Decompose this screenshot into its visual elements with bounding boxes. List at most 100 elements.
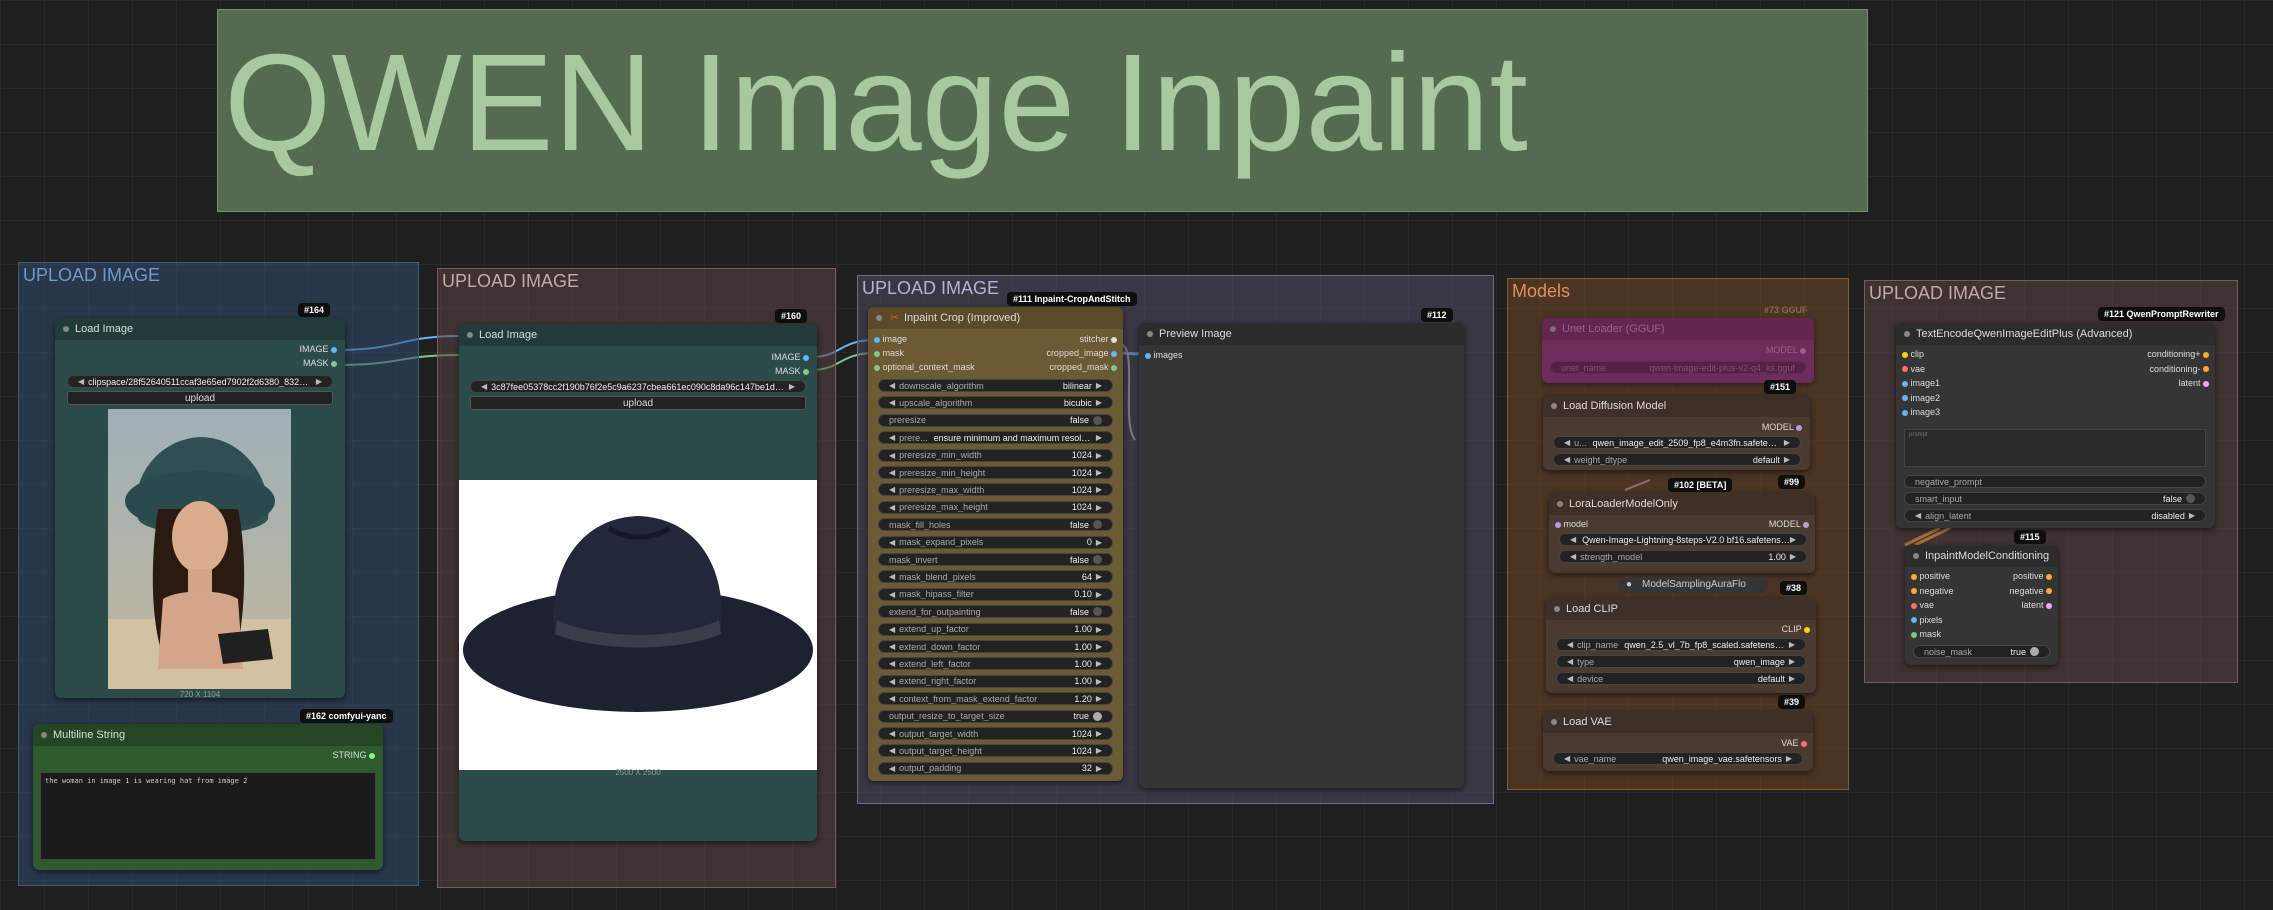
output-model[interactable]: MODEL	[1769, 519, 1809, 529]
output-model[interactable]: MODEL	[1766, 345, 1806, 355]
arrow-right-icon: ▶	[1789, 552, 1796, 561]
output-cropped-image[interactable]: cropped_image	[1046, 348, 1117, 358]
input-image[interactable]: image	[874, 334, 907, 344]
preview-image-node[interactable]: Preview Image images	[1139, 323, 1464, 788]
output-conditioning-[interactable]: conditioning+	[2147, 349, 2209, 359]
output-clip[interactable]: CLIP	[1782, 624, 1810, 634]
output-image[interactable]: IMAGE	[771, 352, 809, 362]
arrow-right-icon: ▶	[1788, 674, 1795, 683]
crop-widget-mask-expand-pixels[interactable]: ◀ mask_expand_pixels 0 ▶	[878, 535, 1113, 549]
crop-widget-preresize-max-width[interactable]: ◀ preresize_max_width 1024 ▶	[878, 483, 1113, 497]
input-mask[interactable]: mask	[874, 348, 904, 358]
output-image[interactable]: IMAGE	[299, 344, 337, 354]
crop-widget-mask-fill-holes[interactable]: mask_fill_holes false	[878, 518, 1113, 532]
input-model[interactable]: model	[1555, 519, 1588, 529]
input-vae[interactable]: vae	[1911, 600, 1934, 610]
input-mask[interactable]: mask	[1911, 629, 1941, 639]
negative-prompt-input[interactable]: negative_prompt	[1904, 475, 2206, 488]
clip-type-combo[interactable]: ◀ type qwen_image ▶	[1556, 655, 1806, 668]
input-dot	[1902, 395, 1908, 402]
unet-loader-node[interactable]: Unet Loader (GGUF) MODEL unet_name qwen-…	[1542, 318, 1814, 383]
clip-device-combo[interactable]: ◀ device default ▶	[1556, 672, 1806, 685]
crop-widget-output-target-height[interactable]: ◀ output_target_height 1024 ▶	[878, 744, 1113, 758]
output-vae[interactable]: VAE	[1781, 738, 1807, 748]
output-stitcher[interactable]: stitcher	[1079, 334, 1117, 344]
vae-name-combo[interactable]: ◀ vae_name qwen_image_vae.safetensors ▶	[1553, 752, 1803, 765]
crop-widget-mask-hipass-filter[interactable]: ◀ mask_hipass_filter 0.10 ▶	[878, 587, 1113, 601]
output-positive[interactable]: positive	[2013, 571, 2052, 581]
prompt-textarea[interactable]: prompt	[1904, 429, 2206, 467]
output-dot	[331, 346, 337, 353]
weight-dtype-combo[interactable]: ◀ weight_dtype default ▶	[1553, 453, 1801, 466]
unet-name-combo[interactable]: ◀ u... qwen_image_edit_2509_fp8_e4m3fn.s…	[1553, 436, 1801, 449]
output-cropped-mask[interactable]: cropped_mask	[1049, 362, 1117, 372]
inpaint-crop-node[interactable]: ✂ Inpaint Crop (Improved) image mask opt…	[868, 307, 1123, 781]
input-images[interactable]: images	[1145, 350, 1183, 360]
output-latent[interactable]: latent	[2021, 600, 2052, 610]
upload-button[interactable]: upload	[67, 391, 333, 405]
image-file-combo[interactable]: ◀ clipspace/28f52640511ccaf3e65ed7902f2d…	[67, 375, 333, 388]
arrow-left-icon: ◀	[889, 624, 896, 634]
crop-widget-preresize-min-height[interactable]: ◀ preresize_min_height 1024 ▶	[878, 466, 1113, 479]
unet-name-combo[interactable]: unet_name qwen-image-edit-plus-v2-q4_ks.…	[1550, 361, 1806, 374]
model-sampling-aura-node[interactable]: ● ModelSamplingAuraFlo	[1618, 577, 1768, 593]
clip-name-combo[interactable]: ◀ clip_name qwen_2.5_vl_7b_fp8_scaled.sa…	[1556, 638, 1806, 651]
crop-widget-extend-right-factor[interactable]: ◀ extend_right_factor 1.00 ▶	[878, 674, 1113, 688]
input-pixels[interactable]: pixels	[1911, 615, 1943, 625]
output-conditioning-[interactable]: conditioning-	[2149, 364, 2209, 374]
upload-button[interactable]: upload	[470, 396, 806, 410]
crop-widget-output-target-width[interactable]: ◀ output_target_width 1024 ▶	[878, 727, 1113, 740]
group-title: UPLOAD IMAGE	[1869, 283, 2007, 303]
input-dot	[1911, 573, 1917, 580]
lora-loader-node[interactable]: LoraLoaderModelOnly model MODEL ◀ Qwen-I…	[1549, 493, 1815, 573]
input-image2[interactable]: image2	[1902, 393, 1940, 403]
crop-widget-extend-for-outpainting[interactable]: extend_for_outpainting false	[878, 605, 1113, 619]
input-image3[interactable]: image3	[1902, 407, 1940, 417]
output-negative[interactable]: negative	[2009, 586, 2052, 596]
multiline-string-node[interactable]: Multiline String STRING the woman in ima…	[33, 724, 383, 870]
multiline-textarea[interactable]: the woman in image 1 is wearing hat from…	[40, 772, 376, 860]
crop-widget-preresize-min-width[interactable]: ◀ preresize_min_width 1024 ▶	[878, 448, 1113, 462]
crop-widget-context-from-mask-extend-factor[interactable]: ◀ context_from_mask_extend_factor 1.20 ▶	[878, 692, 1113, 706]
text-encode-node[interactable]: TextEncodeQwenImageEditPlus (Advanced) c…	[1896, 323, 2215, 528]
input-vae[interactable]: vae	[1902, 364, 1925, 374]
strength-model-number[interactable]: ◀ strength_model 1.00 ▶	[1559, 550, 1807, 563]
noise-mask-toggle[interactable]: noise_mask true	[1913, 645, 2050, 658]
output-mask[interactable]: MASK	[775, 366, 809, 376]
crop-widget-preresize-max-height[interactable]: ◀ preresize_max_height 1024 ▶	[878, 500, 1113, 514]
image-dims: 2500 X 2500	[615, 768, 661, 777]
crop-widget-output-padding[interactable]: ◀ output_padding 32 ▶	[878, 761, 1113, 775]
crop-widget-extend-left-factor[interactable]: ◀ extend_left_factor 1.00 ▶	[878, 657, 1113, 671]
output-latent[interactable]: latent	[2178, 378, 2209, 388]
crop-widget-extend-up-factor[interactable]: ◀ extend_up_factor 1.00 ▶	[878, 622, 1113, 636]
crop-widget-prere-[interactable]: ◀ prere... ensure minimum and maximum reso…	[878, 431, 1113, 445]
crop-widget-mask-invert[interactable]: mask_invert false	[878, 553, 1113, 566]
crop-widget-extend-down-factor[interactable]: ◀ extend_down_factor 1.00 ▶	[878, 640, 1113, 653]
output-string[interactable]: STRING	[332, 750, 375, 760]
load-image-node-2[interactable]: Load Image IMAGE MASK ◀ 3c87fee05378cc2f…	[459, 324, 817, 841]
load-diffusion-model-node[interactable]: Load Diffusion Model MODEL ◀ u... qwen_i…	[1543, 395, 1810, 470]
smart-input-toggle[interactable]: smart_input false	[1904, 492, 2206, 505]
crop-widget-preresize[interactable]: preresize false	[878, 413, 1113, 427]
output-model[interactable]: MODEL	[1762, 422, 1802, 432]
title-note[interactable]: QWEN Image Inpaint	[217, 9, 1868, 212]
load-image-node-1[interactable]: Load Image IMAGE MASK ◀ clipspace/28f526…	[55, 318, 345, 699]
input-context-mask[interactable]: optional_context_mask	[874, 362, 975, 372]
load-vae-node[interactable]: Load VAE VAE ◀ vae_name qwen_image_vae.s…	[1543, 711, 1813, 771]
inpaint-model-conditioning-node[interactable]: InpaintModelConditioning positive negati…	[1905, 545, 2058, 665]
lora-name-combo[interactable]: ◀ Qwen-Image-Lightning-8steps-V2.0 bf16.…	[1559, 533, 1807, 546]
crop-widget-mask-blend-pixels[interactable]: ◀ mask_blend_pixels 64 ▶	[878, 570, 1113, 584]
crop-widget-downscale-algorithm[interactable]: ◀ downscale_algorithm bilinear ▶	[878, 379, 1113, 392]
input-negative[interactable]: negative	[1911, 586, 1954, 596]
input-positive[interactable]: positive	[1911, 571, 1950, 581]
crop-widget-output-resize-to-target-size[interactable]: output_resize_to_target_size true	[878, 709, 1113, 723]
image-file-combo[interactable]: ◀ 3c87fee05378cc2f190b76f2e5c9a6237cbea6…	[470, 380, 806, 393]
output-mask[interactable]: MASK	[303, 358, 337, 368]
crop-widget-upscale-algorithm[interactable]: ◀ upscale_algorithm bicubic ▶	[878, 396, 1113, 410]
input-clip[interactable]: clip	[1902, 349, 1924, 359]
load-clip-node[interactable]: Load CLIP CLIP ◀ clip_name qwen_2.5_vl_7…	[1546, 598, 1816, 693]
output-dot	[1111, 350, 1117, 357]
input-image1[interactable]: image1	[1902, 378, 1940, 388]
align-latent-combo[interactable]: ◀ align_latent disabled ▶	[1904, 509, 2206, 522]
input-dot	[1911, 617, 1917, 624]
